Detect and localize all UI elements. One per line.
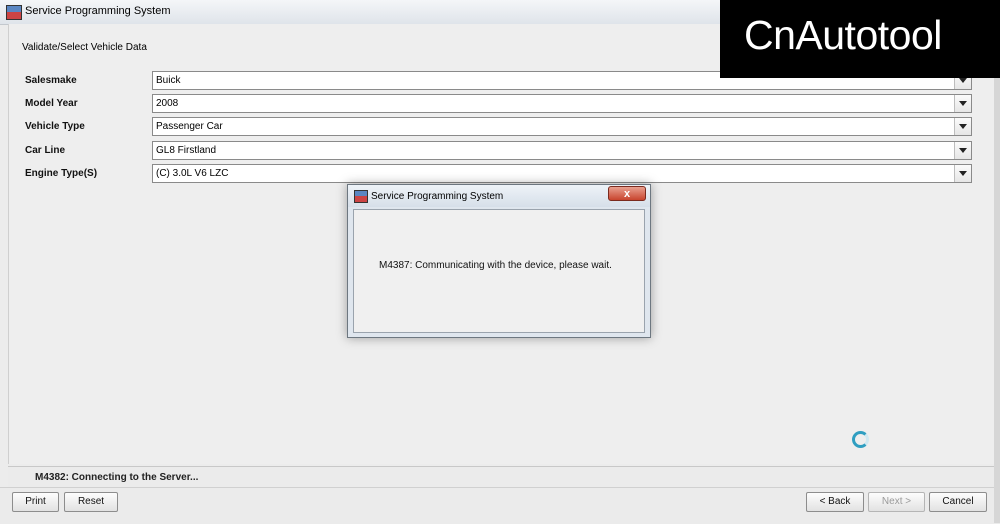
- window-title: Service Programming System: [25, 5, 171, 17]
- progress-dialog: Service Programming System x M4387: Comm…: [347, 184, 651, 338]
- vehicle-type-select[interactable]: Passenger Car: [152, 117, 972, 136]
- dialog-message: M4387: Communicating with the device, pl…: [379, 260, 612, 271]
- status-text: M4382: Connecting to the Server...: [35, 472, 199, 483]
- window-edge: [994, 78, 1000, 523]
- model-year-label: Model Year: [25, 98, 78, 109]
- salesmake-label: Salesmake: [25, 75, 77, 86]
- car-line-value: GL8 Firstland: [156, 145, 217, 156]
- watermark-banner: CnAutotool: [720, 0, 1000, 78]
- app-icon: [6, 5, 22, 20]
- salesmake-value: Buick: [156, 75, 181, 86]
- dialog-body: M4387: Communicating with the device, pl…: [353, 209, 645, 333]
- chevron-down-icon[interactable]: [954, 95, 971, 112]
- chevron-down-icon[interactable]: [954, 142, 971, 159]
- main-window: Service Programming System Validate/Sele…: [0, 0, 1000, 524]
- loading-spinner-icon: [852, 431, 869, 448]
- next-button: Next >: [868, 492, 925, 512]
- model-year-select[interactable]: 2008: [152, 94, 972, 113]
- car-line-label: Car Line: [25, 145, 66, 156]
- engine-type-label: Engine Type(S): [25, 168, 98, 179]
- engine-type-value: (C) 3.0L V6 LZC: [156, 168, 229, 179]
- reset-button[interactable]: Reset: [64, 492, 118, 512]
- back-button[interactable]: < Back: [806, 492, 864, 512]
- chevron-down-icon[interactable]: [954, 118, 971, 135]
- close-icon[interactable]: x: [608, 186, 646, 201]
- car-line-select[interactable]: GL8 Firstland: [152, 141, 972, 160]
- watermark-text: CnAutotool: [744, 12, 942, 58]
- print-button[interactable]: Print: [12, 492, 59, 512]
- dialog-title-bar[interactable]: Service Programming System x: [348, 185, 650, 207]
- app-icon: [354, 190, 368, 203]
- dialog-title: Service Programming System: [371, 191, 504, 202]
- vehicle-type-label: Vehicle Type: [25, 121, 85, 132]
- chevron-down-icon[interactable]: [954, 165, 971, 182]
- vehicle-type-value: Passenger Car: [156, 121, 223, 132]
- cancel-button[interactable]: Cancel: [929, 492, 987, 512]
- page-heading: Validate/Select Vehicle Data: [22, 42, 147, 53]
- model-year-value: 2008: [156, 98, 179, 109]
- button-bar: Print Reset < Back Next > Cancel: [0, 487, 1000, 524]
- status-bar: M4382: Connecting to the Server...: [8, 466, 994, 487]
- engine-type-select[interactable]: (C) 3.0L V6 LZC: [152, 164, 972, 183]
